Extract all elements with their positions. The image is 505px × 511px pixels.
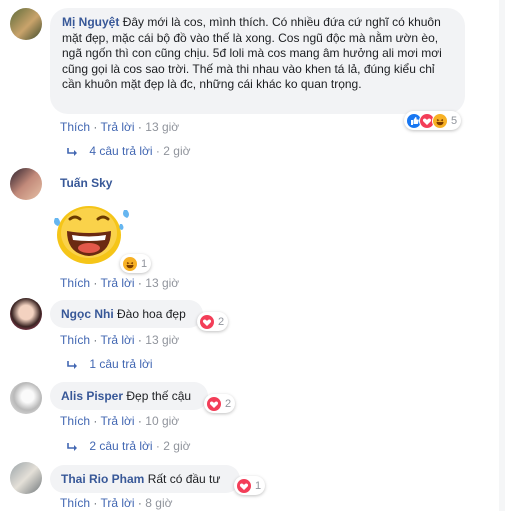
reply-arrow-icon (67, 360, 77, 369)
reactions-count: 1 (141, 257, 148, 270)
reply-link[interactable]: Trả lời (100, 414, 134, 428)
reactions-summary[interactable]: 1 (234, 476, 266, 495)
replies-time: 2 giờ (163, 439, 191, 453)
avatar[interactable] (10, 168, 42, 200)
comment-actions: Thích · Trả lời · 10 giờ (60, 414, 179, 428)
comment-actions: Thích · Trả lời · 13 giờ (60, 276, 179, 290)
separator: · (155, 144, 160, 158)
timestamp[interactable]: 13 giờ (145, 120, 179, 134)
reactions-count: 2 (225, 397, 232, 410)
view-replies-link[interactable]: 4 câu trả lời · 2 giờ (66, 144, 190, 158)
reply-link[interactable]: Trả lời (100, 276, 134, 290)
comment-actions: Thích · Trả lời · 13 giờ (60, 333, 179, 347)
timestamp[interactable]: 10 giờ (145, 414, 179, 428)
separator: · (155, 439, 160, 453)
separator: · (137, 120, 142, 134)
comment-bubble: Alis Pisper Đẹp thế cậu (50, 382, 208, 410)
separator: · (137, 276, 142, 290)
haha-icon (122, 255, 138, 272)
comment-actions: Thích · Trả lời · 8 giờ (60, 496, 172, 510)
separator: · (93, 120, 98, 134)
reply-link[interactable]: Trả lời (100, 496, 134, 510)
avatar[interactable] (10, 8, 42, 40)
comment-text: Đẹp thế cậu (126, 389, 192, 403)
comment-bubble: Mị Nguyệt Đây mới là cos, mình thích. Có… (50, 8, 465, 114)
reply-link[interactable]: Trả lời (100, 333, 134, 347)
replies-count[interactable]: 4 câu trả lời (89, 144, 152, 158)
reply-arrow-icon (67, 147, 77, 156)
replies-count[interactable]: 2 câu trả lời (89, 439, 152, 453)
love-icon (199, 313, 215, 330)
reactions-summary[interactable]: 5 (404, 111, 462, 130)
separator: · (137, 333, 142, 347)
reactions-summary[interactable]: 2 (197, 312, 229, 331)
comment-text: Đây mới là cos, mình thích. Có nhiều đứa… (62, 15, 442, 91)
separator: · (93, 414, 98, 428)
comment-bubble: Thai Rio Pham Rất có đầu tư (50, 465, 240, 493)
replies-count[interactable]: 1 câu trả lời (89, 357, 152, 371)
separator: · (93, 333, 98, 347)
like-link[interactable]: Thích (60, 333, 90, 347)
haha-icon (432, 112, 448, 129)
separator: · (137, 414, 142, 428)
avatar[interactable] (10, 462, 42, 494)
comment-text: Rất có đầu tư (147, 472, 221, 486)
commenter-name[interactable]: Mị Nguyệt (62, 15, 119, 29)
like-link[interactable]: Thích (60, 414, 90, 428)
timestamp[interactable]: 8 giờ (145, 496, 172, 510)
avatar[interactable] (10, 382, 42, 414)
separator: · (93, 276, 98, 290)
like-link[interactable]: Thích (60, 496, 90, 510)
comment-actions: Thích · Trả lời · 13 giờ (60, 120, 179, 134)
replies-time: 2 giờ (163, 144, 191, 158)
love-icon (206, 395, 222, 412)
commenter-name[interactable]: Thai Rio Pham (61, 472, 144, 486)
reply-arrow-icon (67, 442, 77, 451)
avatar[interactable] (10, 298, 42, 330)
separator: · (137, 496, 142, 510)
timestamp[interactable]: 13 giờ (145, 333, 179, 347)
timestamp[interactable]: 13 giờ (145, 276, 179, 290)
like-link[interactable]: Thích (60, 276, 90, 290)
view-replies-link[interactable]: 2 câu trả lời · 2 giờ (66, 439, 190, 453)
reactions-count: 5 (451, 114, 458, 127)
commenter-name[interactable]: Alis Pisper (61, 389, 123, 403)
love-icon (236, 477, 252, 494)
like-link[interactable]: Thích (60, 120, 90, 134)
reactions-summary[interactable]: 2 (204, 394, 236, 413)
view-replies-link[interactable]: 1 câu trả lời (66, 357, 153, 371)
commenter-name[interactable]: Ngọc Nhi (61, 307, 114, 321)
reply-link[interactable]: Trả lời (100, 120, 134, 134)
reactions-count: 1 (255, 479, 262, 492)
separator: · (93, 496, 98, 510)
commenter-name[interactable]: Tuấn Sky (60, 176, 112, 190)
reactions-summary[interactable]: 1 (120, 254, 152, 273)
comment-text: Đào hoa đẹp (117, 307, 186, 321)
scrollbar-track[interactable] (499, 0, 505, 511)
reactions-count: 2 (218, 315, 225, 328)
comment-bubble: Ngọc Nhi Đào hoa đẹp (50, 300, 203, 328)
